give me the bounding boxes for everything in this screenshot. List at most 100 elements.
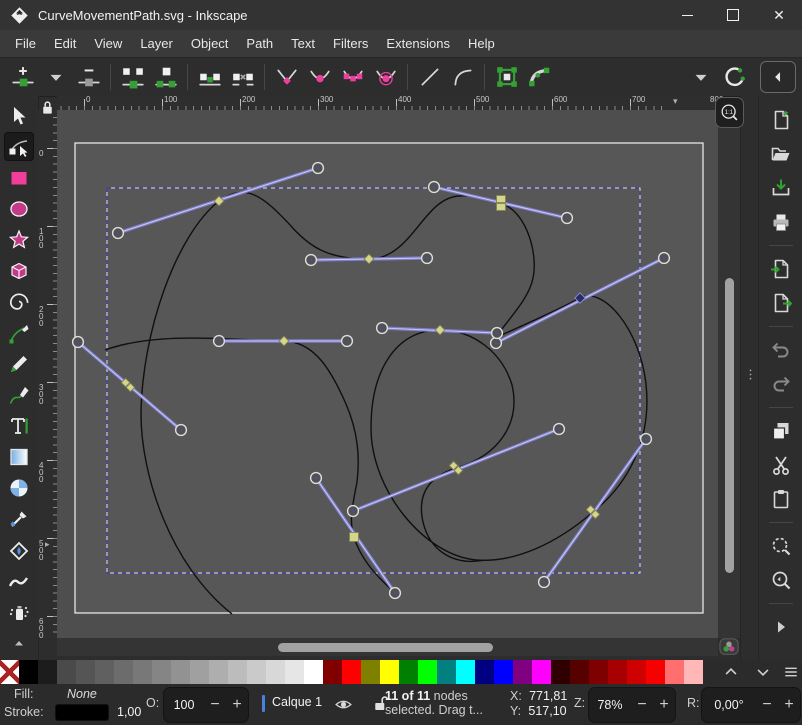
palette-swatch[interactable] [532,660,551,684]
palette-swatch[interactable] [684,660,703,684]
stroke-color-swatch[interactable] [55,704,109,721]
node-tool[interactable] [4,132,34,161]
stroke-width-value[interactable]: 1,00 [117,705,141,719]
path-node[interactable] [350,533,359,542]
zoom-selection-button[interactable] [766,532,796,560]
palette-swatch[interactable] [513,660,532,684]
palette-swatch[interactable] [114,660,133,684]
star-tool[interactable] [4,225,34,254]
palette-swatch[interactable] [608,660,627,684]
segment-line-button[interactable] [413,62,446,92]
delete-node-button[interactable] [72,62,105,92]
import-document-button[interactable] [766,255,796,283]
edit-lpe-button[interactable] [717,62,750,92]
new-document-button[interactable] [766,106,796,134]
drawing-svg[interactable] [57,110,718,638]
ellipse-tool[interactable] [4,194,34,223]
palette-swatch[interactable] [456,660,475,684]
vertical-scrollbar[interactable] [718,110,740,638]
palette-swatch[interactable] [38,660,57,684]
box3d-tool[interactable] [4,256,34,285]
menu-object[interactable]: Object [182,32,238,55]
palette-swatch[interactable] [494,660,513,684]
node-corner-button[interactable] [270,62,303,92]
menu-path[interactable]: Path [237,32,282,55]
zoom-1to1-button[interactable]: 1:1 [715,97,744,128]
rotation-decrease-button[interactable]: − [756,697,778,713]
menu-file[interactable]: File [6,32,45,55]
copy-button[interactable] [766,417,796,445]
gradient-tool[interactable] [4,442,34,471]
palette-up-button[interactable] [720,662,742,682]
palette-swatch[interactable] [228,660,247,684]
print-document-button[interactable] [766,208,796,236]
calligraphy-tool[interactable] [4,380,34,409]
palette-swatch[interactable] [475,660,494,684]
join-with-segment-button[interactable] [193,62,226,92]
node-symmetric-button[interactable] [336,62,369,92]
layer-visibility-toggle[interactable] [334,695,353,717]
spray-tool[interactable] [4,597,34,626]
menu-extensions[interactable]: Extensions [377,32,459,55]
dropper-tool[interactable] [4,504,34,533]
palette-swatch[interactable] [437,660,456,684]
palette-swatch[interactable] [57,660,76,684]
palette-swatch[interactable] [19,660,38,684]
open-document-button[interactable] [766,140,796,168]
export-document-button[interactable] [766,289,796,317]
node-auto-button[interactable] [369,62,402,92]
palette-swatch[interactable] [570,660,589,684]
palette-swatch[interactable] [247,660,266,684]
more-tools[interactable] [4,628,34,657]
bucket-tool[interactable] [4,535,34,564]
undo-button[interactable] [766,336,796,364]
menu-edit[interactable]: Edit [45,32,85,55]
maximize-button[interactable] [710,0,756,30]
palette-swatch[interactable] [627,660,646,684]
palette-swatch[interactable] [133,660,152,684]
zoom-value[interactable]: 78% [589,698,631,712]
paste-button[interactable] [766,485,796,513]
palette-swatch[interactable] [152,660,171,684]
path-node[interactable] [497,204,506,211]
pencil-tool[interactable] [4,349,34,378]
menu-filters[interactable]: Filters [324,32,377,55]
palette-swatch-none[interactable] [0,660,19,684]
node-smooth-button[interactable] [303,62,336,92]
menu-view[interactable]: View [85,32,131,55]
stroke-to-path-button[interactable] [523,62,556,92]
tweak-tool[interactable] [4,566,34,595]
segment-curve-button[interactable] [446,62,479,92]
palette-swatch[interactable] [380,660,399,684]
panel-collapse-button[interactable] [760,61,796,93]
toolbar-overflow-dropdown-button[interactable] [684,62,717,92]
palette-swatch[interactable] [304,660,323,684]
opacity-increase-button[interactable]: + [226,697,248,713]
palette-swatch[interactable] [323,660,342,684]
zoom-increase-button[interactable]: + [653,697,675,713]
fill-value[interactable]: None [67,687,97,701]
palette-swatch[interactable] [646,660,665,684]
palette-swatch[interactable] [171,660,190,684]
object-to-path-button[interactable] [490,62,523,92]
redo-button[interactable] [766,370,796,398]
palette-down-button[interactable] [752,662,774,682]
palette-swatch[interactable] [589,660,608,684]
text-tool[interactable] [4,411,34,440]
mesh-tool[interactable] [4,473,34,502]
menu-help[interactable]: Help [459,32,504,55]
cut-button[interactable] [766,451,796,479]
palette-swatch[interactable] [342,660,361,684]
opacity-decrease-button[interactable]: − [204,697,226,713]
palette-swatch[interactable] [209,660,228,684]
break-nodes-button[interactable] [149,62,182,92]
drag-grip-icon[interactable] [744,368,757,384]
minimize-button[interactable] [664,0,710,30]
close-button[interactable]: ✕ [756,0,802,30]
layer-name[interactable]: Calque 1 [272,695,322,709]
insert-node-button[interactable] [6,62,39,92]
menu-text[interactable]: Text [282,32,324,55]
color-management-button[interactable] [718,638,740,656]
palette-swatch[interactable] [399,660,418,684]
join-nodes-button[interactable] [116,62,149,92]
